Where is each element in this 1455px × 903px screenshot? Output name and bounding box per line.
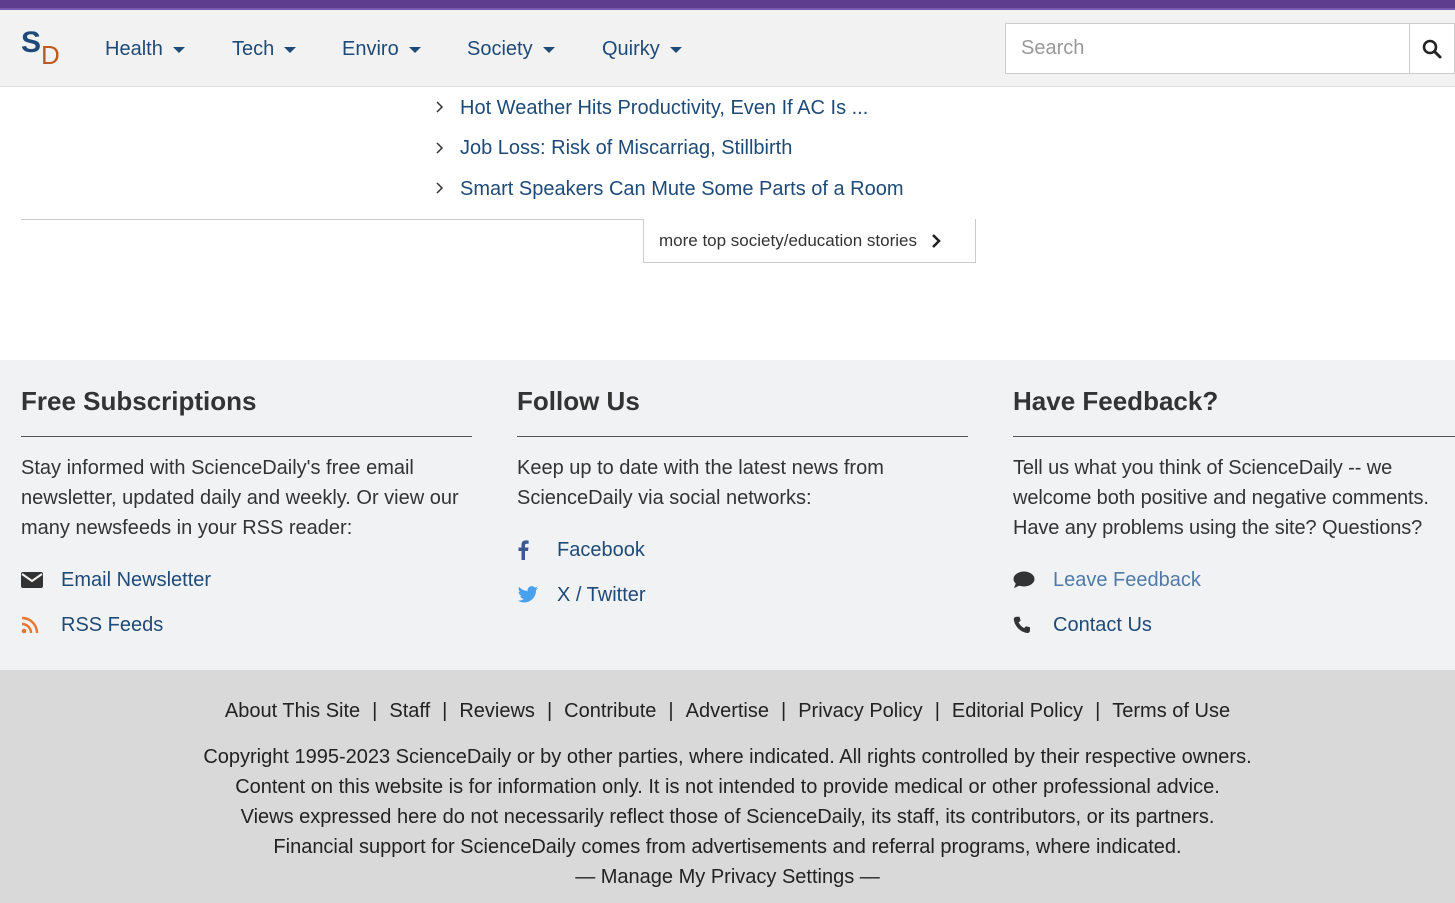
separator: | (372, 700, 378, 722)
privacy-policy-link[interactable]: Privacy Policy (798, 700, 922, 723)
feedback-heading: Have Feedback? (1013, 386, 1219, 416)
caret-down-icon (542, 47, 555, 53)
chevron-right-icon (436, 181, 460, 197)
caret-down-icon (284, 47, 297, 53)
copyright-notice: Copyright 1995-2023 ScienceDaily or by o… (0, 742, 1455, 892)
nav-label: Society (467, 37, 533, 60)
leave-feedback-link[interactable]: Leave Feedback (1013, 565, 1201, 595)
chevron-right-icon (436, 100, 460, 116)
list-item: Smart Speakers Can Mute Some Parts of a … (436, 169, 976, 210)
brand-stripe (0, 0, 1455, 10)
subscriptions-text: Stay informed with ScienceDaily's free e… (21, 457, 459, 539)
chevron-right-icon (436, 141, 460, 157)
footer-info: Free Subscriptions Stay informed with Sc… (0, 360, 1455, 670)
nav-enviro[interactable]: Enviro (342, 36, 421, 62)
link-label: Contact Us (1053, 613, 1152, 636)
footer-legal: About This Site | Staff | Reviews | Cont… (0, 670, 1455, 903)
nav-label: Enviro (342, 37, 399, 60)
twitter-link[interactable]: X / Twitter (517, 580, 646, 610)
staff-link[interactable]: Staff (389, 700, 430, 723)
nav-label: Tech (232, 37, 275, 60)
logo-letter-d: D (41, 40, 60, 70)
separator: | (546, 700, 553, 722)
search-icon (1422, 39, 1442, 58)
link-label: Email Newsletter (61, 568, 212, 591)
manage-privacy-settings-link[interactable]: — Manage My Privacy Settings — (0, 862, 1455, 892)
editorial-policy-link[interactable]: Editorial Policy (952, 700, 1083, 723)
envelope-icon (21, 572, 43, 588)
comment-icon (1013, 571, 1035, 588)
separator: | (1095, 700, 1101, 722)
separator: | (934, 700, 940, 722)
follow-heading: Follow Us (517, 386, 640, 416)
copyright-line: Views expressed here do not necessarily … (240, 806, 1215, 828)
nav-quirky[interactable]: Quirky (602, 36, 682, 62)
separator: | (442, 700, 448, 722)
about-link[interactable]: About This Site (225, 700, 360, 723)
footer-links: About This Site | Staff | Reviews | Cont… (0, 700, 1455, 723)
caret-down-icon (172, 47, 185, 53)
chevron-right-icon (932, 233, 941, 248)
divider (21, 436, 472, 437)
email-newsletter-link[interactable]: Email Newsletter (21, 565, 211, 595)
logo-letter-s: S (21, 26, 42, 59)
story-link[interactable]: Hot Weather Hits Productivity, Even If A… (460, 97, 868, 120)
facebook-link[interactable]: Facebook (517, 535, 645, 565)
list-item: Hot Weather Hits Productivity, Even If A… (436, 88, 976, 129)
top-stories-list: Hot Weather Hits Productivity, Even If A… (436, 88, 976, 210)
top-navbar: S D Health Tech Enviro Society Quirky Se… (0, 10, 1455, 87)
rss-feeds-link[interactable]: RSS Feeds (21, 610, 163, 640)
caret-down-icon (669, 47, 682, 53)
nav-society[interactable]: Society (467, 36, 555, 62)
nav-health[interactable]: Health (105, 36, 185, 62)
more-stories-button[interactable]: more top society/education stories (643, 219, 976, 263)
story-link[interactable]: Smart Speakers Can Mute Some Parts of a … (460, 178, 904, 201)
phone-icon (1013, 616, 1030, 634)
copyright-line: Copyright 1995-2023 ScienceDaily or by o… (203, 746, 1252, 768)
nav-label: Health (105, 37, 163, 60)
terms-of-use-link[interactable]: Terms of Use (1112, 700, 1230, 723)
reviews-link[interactable]: Reviews (459, 700, 535, 723)
link-label: Leave Feedback (1053, 568, 1201, 591)
rss-icon (21, 616, 39, 634)
nav-tech[interactable]: Tech (232, 36, 297, 62)
twitter-icon (517, 586, 539, 603)
follow-text: Keep up to date with the latest news fro… (517, 457, 884, 509)
search-button[interactable] (1409, 23, 1455, 74)
story-link[interactable]: Job Loss: Risk of Miscarriag, Stillbirth (460, 137, 792, 160)
separator: | (668, 700, 674, 722)
more-stories-label: more top society/education stories (659, 230, 917, 250)
divider (1013, 436, 1455, 437)
copyright-line: Financial support for ScienceDaily comes… (273, 836, 1182, 858)
caret-down-icon (408, 47, 421, 53)
contribute-link[interactable]: Contribute (564, 700, 656, 723)
link-label: Facebook (557, 538, 645, 561)
divider (517, 436, 968, 437)
copyright-line: Content on this website is for informati… (235, 776, 1220, 798)
separator: | (781, 700, 787, 722)
search-input[interactable]: Search (1005, 23, 1410, 74)
link-label: RSS Feeds (61, 613, 164, 636)
facebook-icon (518, 540, 529, 560)
nav-label: Quirky (602, 37, 660, 60)
list-item: Job Loss: Risk of Miscarriag, Stillbirth (436, 129, 976, 170)
link-label: X / Twitter (557, 583, 646, 606)
contact-us-link[interactable]: Contact Us (1013, 610, 1152, 640)
feedback-text: Tell us what you think of ScienceDaily -… (1013, 457, 1429, 539)
advertise-link[interactable]: Advertise (686, 700, 769, 723)
sciencedaily-logo[interactable]: S D (21, 28, 65, 72)
subscriptions-heading: Free Subscriptions (21, 386, 257, 416)
